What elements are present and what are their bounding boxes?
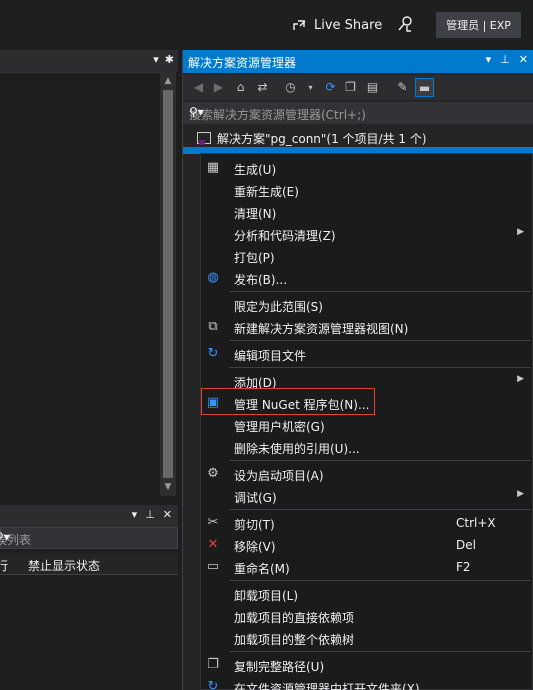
menu-item-debug[interactable]: 调试(G) ▶: [201, 485, 533, 507]
refresh-icon: ↻: [207, 346, 219, 361]
pending-dropdown-icon[interactable]: ▾: [301, 78, 320, 97]
menu-separator: [229, 340, 531, 341]
editor-area[interactable]: [0, 72, 160, 496]
scroll-down-icon[interactable]: ▼: [163, 482, 173, 492]
pin-icon[interactable]: ⊥: [145, 508, 155, 521]
menu-item-open-folder[interactable]: ↻ 在文件资源管理器中打开文件夹(X): [201, 676, 533, 690]
panel-title: 解决方案资源管理器: [188, 56, 297, 70]
error-list-search-input[interactable]: 误列表 ⚲▾: [0, 527, 178, 549]
dropdown-icon[interactable]: ▾: [153, 53, 159, 66]
submenu-arrow-icon: ▶: [517, 489, 524, 499]
menu-item-analyze[interactable]: 分析和代码清理(Z) ▶: [201, 223, 533, 245]
gear-icon[interactable]: ✱: [165, 53, 174, 66]
sync-icon[interactable]: ⟳: [321, 78, 340, 97]
menu-item-remove-unused-refs[interactable]: 删除未使用的引用(U)...: [201, 436, 533, 458]
dropdown-icon[interactable]: ▾: [132, 508, 138, 521]
error-list-header: ▾ ⊥ ✕: [0, 505, 178, 527]
solution-label: 解决方案"pg_conn"(1 个项目/共 1 个): [217, 131, 427, 146]
editor-vertical-scrollbar[interactable]: ▲ ▼: [160, 72, 176, 496]
menu-item-publish[interactable]: ◍ 发布(B)...: [201, 267, 533, 289]
live-share-label: Live Share: [314, 17, 383, 33]
folder-refresh-icon: ↻: [207, 679, 219, 690]
menu-separator: [229, 291, 531, 292]
menu-item-load-dep-tree[interactable]: 加载项目的整个依赖树: [201, 627, 533, 649]
menu-item-remove[interactable]: ✕ 移除(V) Del: [201, 534, 533, 556]
scroll-up-icon[interactable]: ▲: [163, 76, 173, 86]
title-bar: Live Share 管理员 | EXP: [0, 0, 533, 48]
menu-item-rebuild[interactable]: 重新生成(E): [201, 179, 533, 201]
highlight-box: [201, 388, 375, 415]
submenu-arrow-icon: ▶: [517, 374, 524, 384]
rename-icon: ▭: [206, 559, 220, 574]
menu-item-rename[interactable]: ▭ 重命名(M) F2: [201, 556, 533, 578]
menu-item-load-direct-deps[interactable]: 加载项目的直接依赖项: [201, 605, 533, 627]
live-share-button[interactable]: Live Share: [292, 14, 382, 36]
new-view-icon: ⧉: [208, 319, 218, 334]
editor-tab-header: ▾ ✱: [0, 50, 178, 72]
menu-item-new-view[interactable]: ⧉ 新建解决方案资源管理器视图(N): [201, 316, 533, 338]
switch-views-icon[interactable]: ⇄: [253, 78, 272, 97]
menu-item-scope[interactable]: 限定为此范围(S): [201, 294, 533, 316]
gear-icon: ⚙: [207, 466, 219, 481]
menu-item-unload[interactable]: 卸载项目(L): [201, 583, 533, 605]
column-header-suppress[interactable]: 禁止显示状态: [28, 557, 100, 574]
column-header-line[interactable]: 行: [0, 557, 8, 574]
solution-explorer-toolbar: ◀ ▶ ⌂ ⇄ ◷ ▾ ⟳ ❐ ▤ ✎ ▬: [183, 75, 533, 100]
search-icon[interactable]: ⚲▾: [189, 105, 526, 119]
solution-icon: [197, 132, 211, 145]
search-icon[interactable]: ⚲▾: [0, 530, 171, 544]
scroll-thumb[interactable]: [163, 90, 173, 478]
project-context-menu: ▦ 生成(U) 重新生成(E) 清理(N) 分析和代码清理(Z) ▶ 打包(P) ◍…: [200, 153, 533, 690]
menu-item-set-startup[interactable]: ⚙ 设为启动项目(A): [201, 463, 533, 485]
menu-separator: [229, 509, 531, 510]
menu-item-clean[interactable]: 清理(N): [201, 201, 533, 223]
home-icon[interactable]: ⌂: [231, 78, 250, 97]
forward-icon[interactable]: ▶: [209, 78, 228, 97]
preview-icon[interactable]: ▬: [415, 78, 434, 97]
feedback-icon[interactable]: [396, 14, 416, 34]
show-all-files-icon[interactable]: ▤: [363, 78, 382, 97]
globe-icon: ◍: [207, 270, 219, 285]
menu-separator: [229, 367, 531, 368]
menu-item-cut[interactable]: ✂ 剪切(T) Ctrl+X: [201, 512, 533, 534]
solution-explorer-title-bar: 解决方案资源管理器 ▾ ⊥ ✕: [183, 50, 533, 73]
menu-item-build[interactable]: ▦ 生成(U): [201, 157, 533, 179]
user-badge[interactable]: 管理员 | EXP: [436, 12, 521, 38]
error-list-column-headers: 行 禁止显示状态: [0, 553, 178, 575]
error-list-body: [0, 575, 178, 690]
build-icon: ▦: [206, 160, 220, 175]
scissors-icon: ✂: [207, 515, 219, 530]
pin-icon[interactable]: ⊥: [500, 53, 510, 66]
properties-icon[interactable]: ✎: [393, 78, 412, 97]
copy-icon: ❐: [207, 657, 219, 672]
live-share-icon: [293, 20, 306, 30]
menu-separator: [229, 460, 531, 461]
menu-item-copy-path[interactable]: ❐ 复制完整路径(U): [201, 654, 533, 676]
submenu-arrow-icon: ▶: [517, 227, 524, 237]
tree-item-solution[interactable]: 解决方案"pg_conn"(1 个项目/共 1 个): [197, 129, 427, 147]
menu-separator: [229, 651, 531, 652]
menu-item-pack[interactable]: 打包(P): [201, 245, 533, 267]
remove-icon: ✕: [207, 537, 219, 552]
close-icon[interactable]: ✕: [519, 53, 528, 66]
menu-separator: [229, 580, 531, 581]
collapse-all-icon[interactable]: ❐: [341, 78, 360, 97]
back-icon[interactable]: ◀: [189, 78, 208, 97]
pending-changes-icon[interactable]: ◷: [281, 78, 300, 97]
close-icon[interactable]: ✕: [163, 508, 172, 521]
menu-item-user-secrets[interactable]: 管理用户机密(G): [201, 414, 533, 436]
menu-item-edit-project[interactable]: ↻ 编辑项目文件: [201, 343, 533, 365]
dropdown-icon[interactable]: ▾: [486, 53, 492, 66]
solution-explorer-search-input[interactable]: 搜索解决方案资源管理器(Ctrl+;) ⚲▾: [183, 102, 533, 124]
